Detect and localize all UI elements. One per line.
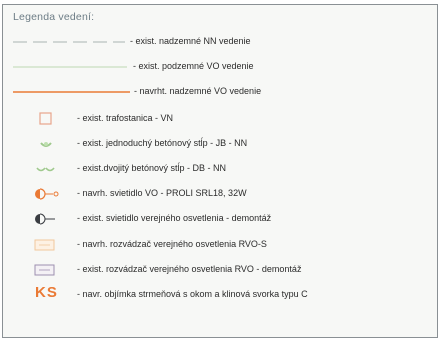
- legend-item-label: - navrht. nadzemné VO vedenie: [134, 86, 262, 96]
- legend-item-switchboard-demolish: - exist. rozvádzač verejného osvetlenia …: [3, 262, 437, 280]
- legend-item-streetlight-demolish: - exist. svietidlo verejného osvetlenia …: [3, 211, 437, 229]
- legend-item-label: - navr. objímka strmeňová s okom a klino…: [77, 289, 308, 299]
- legend-item-streetlight-new: - navrh. svietidlo VO - PROLI SRL18, 32W: [3, 186, 437, 204]
- legend-item-double-pole: - exist.dvojitý betónový stĺp - DB - NN: [3, 161, 437, 179]
- orange-line-icon: [13, 91, 130, 93]
- clamp-ks-icon: KS: [35, 284, 58, 301]
- legend-item-label: - navrh. svietidlo VO - PROLI SRL18, 32W: [77, 188, 247, 198]
- legend-panel: Legenda vedení: - exist. nadzemné NN ved…: [2, 4, 438, 338]
- legend-item-label: - navrh. rozvádzač verejného osvetlenia …: [77, 239, 267, 249]
- legend-item-clamp: KS - navr. objímka strmeňová s okom a kl…: [3, 284, 437, 304]
- legend-item-single-pole: - exist. jednoduchý betónový stĺp - JB -…: [3, 136, 437, 154]
- legend-item-label: - exist. trafostanica - VN: [77, 113, 174, 123]
- legend-item-vo-underground: - exist. podzemné VO vedenie: [3, 59, 437, 77]
- thin-green-line-icon: [13, 66, 127, 68]
- legend-item-nn-overhead: - exist. nadzemné NN vedenie: [3, 34, 437, 52]
- dashed-line-icon: [13, 41, 125, 43]
- legend-item-label: - exist. podzemné VO vedenie: [133, 61, 254, 71]
- streetlight-new-icon: [35, 188, 59, 200]
- legend-title: Legenda vedení:: [13, 11, 95, 23]
- square-icon: [39, 112, 52, 125]
- legend-item-label: - exist. rozvádzač verejného osvetlenia …: [77, 264, 302, 274]
- switchboard-demolish-icon: [34, 264, 55, 276]
- legend-item-label: - exist. jednoduchý betónový stĺp - JB -…: [77, 138, 248, 148]
- legend-item-label: - exist. svietidlo verejného osvetlenia …: [77, 213, 272, 223]
- switchboard-new-icon: [34, 239, 55, 251]
- legend-item-switchboard-new: - navrh. rozvádzač verejného osvetlenia …: [3, 237, 437, 255]
- legend-item-label: - exist. nadzemné NN vedenie: [130, 36, 251, 46]
- double-pole-icon: [36, 167, 55, 172]
- legend-item-vo-overhead-new: - navrht. nadzemné VO vedenie: [3, 84, 437, 102]
- streetlight-demolish-icon: [35, 213, 55, 225]
- single-pole-icon: [40, 142, 52, 147]
- legend-item-label: - exist.dvojitý betónový stĺp - DB - NN: [77, 163, 227, 173]
- legend-item-transformer: - exist. trafostanica - VN: [3, 111, 437, 129]
